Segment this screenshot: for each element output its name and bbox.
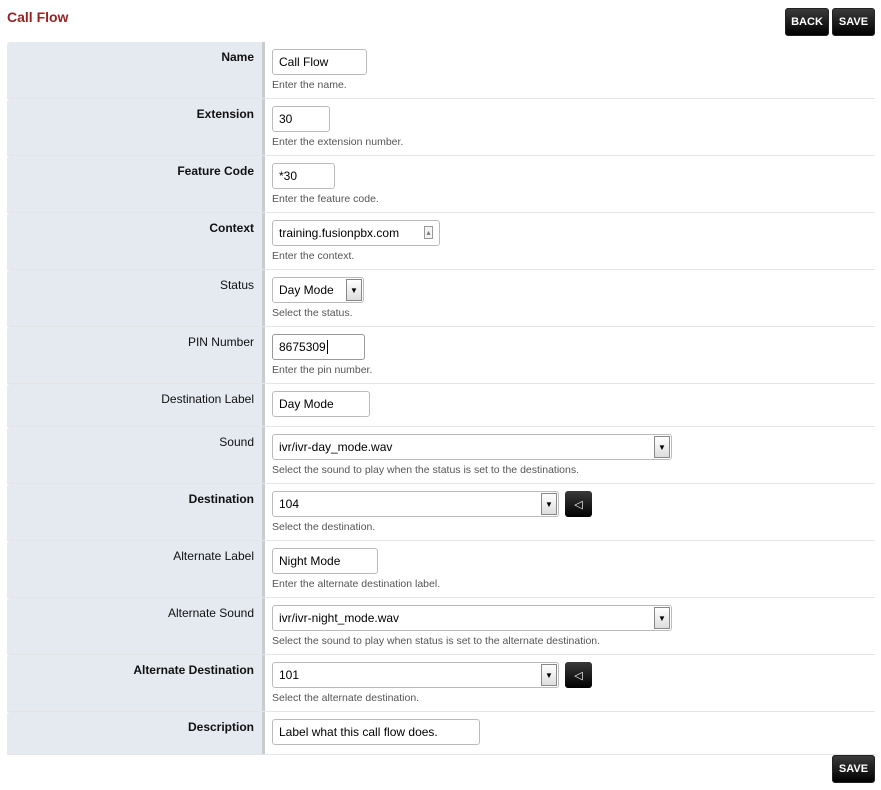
alternate-destination-value: 101 bbox=[279, 668, 300, 682]
destination-select[interactable]: 104 ▼ bbox=[272, 491, 559, 517]
bottom-save-button[interactable]: SAVE bbox=[832, 755, 875, 783]
extension-label: Extension bbox=[7, 99, 265, 155]
pin-input[interactable]: 8675309 bbox=[272, 334, 365, 360]
feature-code-input[interactable]: *30 bbox=[272, 163, 335, 189]
extension-desc: Enter the extension number. bbox=[272, 136, 404, 148]
pin-label: PIN Number bbox=[7, 327, 265, 383]
alternate-destination-select[interactable]: 101 ▼ bbox=[272, 662, 559, 688]
destination-toggle-button[interactable]: ◁ bbox=[565, 491, 592, 517]
name-input[interactable]: Call Flow bbox=[272, 49, 367, 75]
destination-label: Destination bbox=[7, 484, 265, 540]
alternate-sound-desc: Select the sound to play when status is … bbox=[272, 635, 601, 647]
alternate-destination-desc: Select the alternate destination. bbox=[272, 692, 420, 704]
status-select[interactable]: Day Mode ▼ bbox=[272, 277, 364, 303]
row-description: Description Label what this call flow do… bbox=[7, 712, 875, 755]
context-label: Context bbox=[7, 213, 265, 269]
row-destination: Destination 104 ▼ ◁ Select the destinati… bbox=[7, 484, 875, 541]
pin-value: 8675309 bbox=[279, 340, 326, 354]
alternate-label-input[interactable]: Night Mode bbox=[272, 548, 378, 574]
row-alternate-destination: Alternate Destination 101 ▼ ◁ Select the… bbox=[7, 655, 875, 712]
description-input[interactable]: Label what this call flow does. bbox=[272, 719, 480, 745]
arrow-left-icon: ◁ bbox=[574, 669, 583, 682]
alternate-sound-value: ivr/ivr-night_mode.wav bbox=[279, 611, 400, 625]
sound-value: ivr/ivr-day_mode.wav bbox=[279, 440, 393, 454]
status-desc: Select the status. bbox=[272, 307, 353, 319]
row-alternate-label: Alternate Label Night Mode Enter the alt… bbox=[7, 541, 875, 598]
call-flow-form: Name Call Flow Enter the name. Extension… bbox=[7, 42, 875, 755]
arrow-left-icon: ◁ bbox=[574, 498, 583, 511]
destination-value: 104 bbox=[279, 497, 300, 511]
context-value: training.fusionpbx.com bbox=[279, 226, 400, 240]
row-status: Status Day Mode ▼ Select the status. bbox=[7, 270, 875, 327]
sound-label: Sound bbox=[7, 427, 265, 483]
status-value: Day Mode bbox=[279, 283, 334, 297]
row-extension: Extension 30 Enter the extension number. bbox=[7, 99, 875, 156]
alternate-label-label: Alternate Label bbox=[7, 541, 265, 597]
description-label: Description bbox=[7, 712, 265, 754]
alternate-sound-select[interactable]: ivr/ivr-night_mode.wav ▼ bbox=[272, 605, 672, 631]
destination-label-input[interactable]: Day Mode bbox=[272, 391, 370, 417]
alternate-sound-label: Alternate Sound bbox=[7, 598, 265, 654]
row-sound: Sound ivr/ivr-day_mode.wav ▼ Select the … bbox=[7, 427, 875, 484]
name-label: Name bbox=[7, 42, 265, 98]
row-pin: PIN Number 8675309 Enter the pin number. bbox=[7, 327, 875, 384]
sound-select[interactable]: ivr/ivr-day_mode.wav ▼ bbox=[272, 434, 672, 460]
page-title: Call Flow bbox=[7, 9, 69, 25]
back-button[interactable]: BACK bbox=[785, 8, 829, 36]
chevron-down-icon: ▼ bbox=[654, 607, 670, 629]
chevron-down-icon: ▼ bbox=[541, 664, 557, 686]
pin-desc: Enter the pin number. bbox=[272, 364, 373, 376]
row-feature-code: Feature Code *30 Enter the feature code. bbox=[7, 156, 875, 213]
row-name: Name Call Flow Enter the name. bbox=[7, 42, 875, 99]
extension-input[interactable]: 30 bbox=[272, 106, 330, 132]
context-desc: Enter the context. bbox=[272, 250, 355, 262]
contact-card-icon[interactable]: ▴ bbox=[424, 226, 433, 239]
destination-label-label: Destination Label bbox=[7, 384, 265, 426]
feature-code-label: Feature Code bbox=[7, 156, 265, 212]
name-desc: Enter the name. bbox=[272, 79, 347, 91]
chevron-down-icon: ▼ bbox=[654, 436, 670, 458]
save-button[interactable]: SAVE bbox=[832, 8, 875, 36]
status-label: Status bbox=[7, 270, 265, 326]
sound-desc: Select the sound to play when the status… bbox=[272, 464, 580, 476]
row-context: Context training.fusionpbx.com ▴ Enter t… bbox=[7, 213, 875, 270]
text-cursor bbox=[326, 340, 328, 354]
alternate-destination-label: Alternate Destination bbox=[7, 655, 265, 711]
chevron-down-icon: ▼ bbox=[541, 493, 557, 515]
alternate-destination-toggle-button[interactable]: ◁ bbox=[565, 662, 592, 688]
chevron-down-icon: ▼ bbox=[346, 279, 362, 301]
alternate-label-desc: Enter the alternate destination label. bbox=[272, 578, 441, 590]
destination-desc: Select the destination. bbox=[272, 521, 376, 533]
feature-code-desc: Enter the feature code. bbox=[272, 193, 379, 205]
row-destination-label: Destination Label Day Mode bbox=[7, 384, 875, 427]
context-input[interactable]: training.fusionpbx.com ▴ bbox=[272, 220, 440, 246]
row-alternate-sound: Alternate Sound ivr/ivr-night_mode.wav ▼… bbox=[7, 598, 875, 655]
